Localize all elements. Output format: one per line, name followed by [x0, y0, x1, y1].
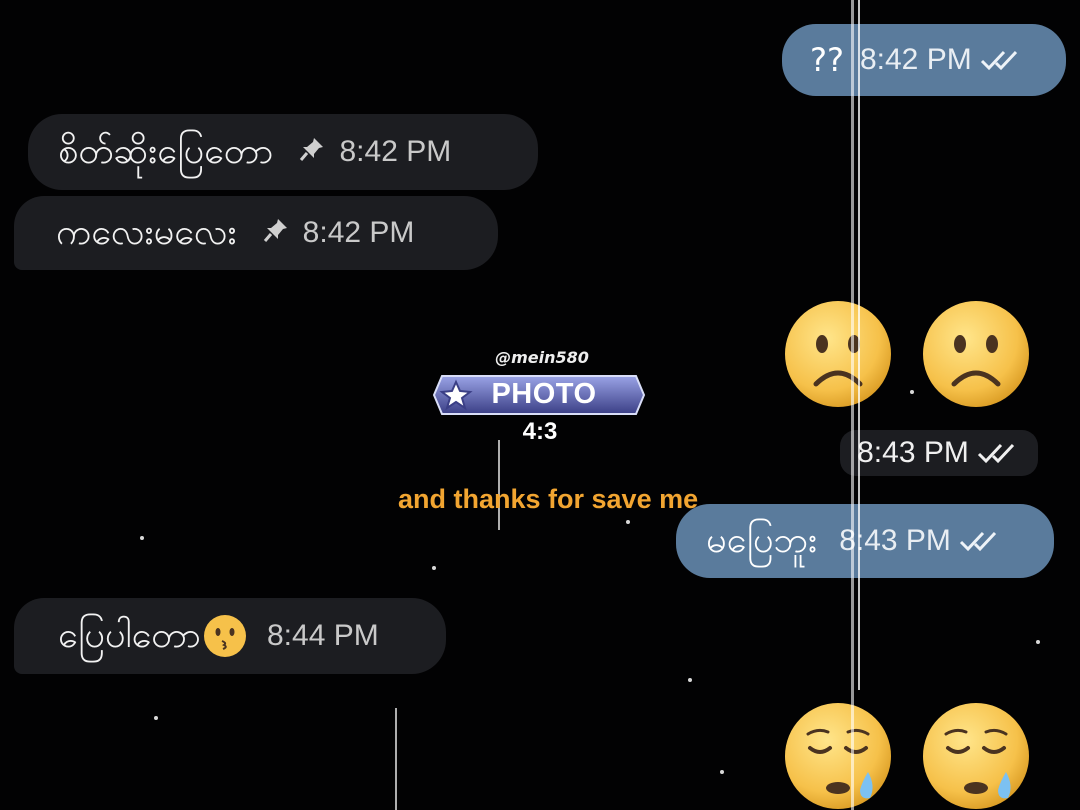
- message-time: 8:43 PM: [839, 524, 951, 557]
- outgoing-message[interactable]: ?? 8:42 PM: [782, 24, 1066, 96]
- star-dot: [626, 520, 630, 524]
- pin-icon: [263, 217, 289, 250]
- message-time: 8:42 PM: [339, 135, 452, 168]
- frowning-face-icon: [785, 301, 891, 407]
- aspect-ratio-label: 4:3: [522, 418, 558, 445]
- sleepy-face-icon: [923, 703, 1029, 809]
- video-caption: and thanks for save me: [398, 484, 699, 514]
- message-text: ??: [810, 41, 844, 79]
- star-dot: [154, 716, 158, 720]
- kissing-face-icon: [203, 615, 246, 657]
- pin-icon: [299, 136, 325, 169]
- star-dot: [720, 770, 724, 774]
- message-text: စိတ်ဆိုးပြေတော: [58, 131, 274, 172]
- star-dot: [688, 678, 692, 682]
- message-time: 8:43 PM: [857, 436, 969, 469]
- star-dot: [1036, 640, 1040, 644]
- message-time: 8:42 PM: [859, 43, 972, 76]
- glitch-line: [858, 0, 860, 690]
- star-dot: [432, 566, 436, 570]
- chat-screen: ?? 8:42 PM စိတ်ဆိုးပြေတော 8:42 PM ကလေးမလ…: [0, 0, 1080, 810]
- message-time: 8:42 PM: [302, 216, 415, 249]
- photo-label: PHOTO: [491, 378, 597, 410]
- double-check-icon: [959, 530, 1003, 552]
- double-check-icon: [980, 49, 1024, 71]
- outgoing-message[interactable]: မပြေဘူး 8:43 PM: [676, 504, 1054, 578]
- watermark-handle: @mein580: [495, 348, 589, 367]
- incoming-message[interactable]: ပြေပါတော 8:44 PM: [14, 598, 446, 674]
- message-text: ကလေးမလေး: [56, 212, 237, 253]
- glitch-line: [395, 708, 397, 810]
- double-check-icon: [977, 442, 1021, 464]
- glitch-line: [851, 0, 854, 810]
- sleepy-face-icon: [785, 703, 891, 809]
- incoming-message[interactable]: ကလေးမလေး 8:42 PM: [14, 196, 498, 270]
- incoming-message[interactable]: စိတ်ဆိုးပြေတော 8:42 PM: [28, 114, 538, 190]
- message-text: မပြေဘူး: [706, 520, 818, 561]
- message-time-pill: 8:43 PM: [840, 430, 1038, 476]
- message-text: ပြေပါတော: [58, 615, 201, 656]
- message-time: 8:44 PM: [266, 619, 379, 652]
- frowning-face-icon: [923, 301, 1029, 407]
- star-dot: [910, 390, 914, 394]
- star-dot: [140, 536, 144, 540]
